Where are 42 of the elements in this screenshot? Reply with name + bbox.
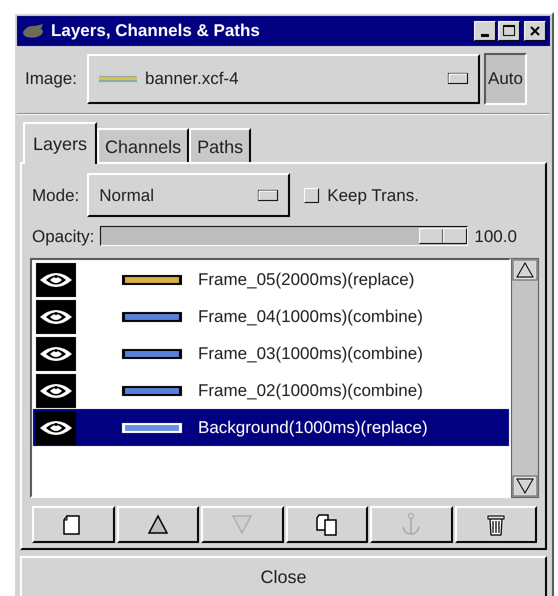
layer-name: Frame_05(2000ms)(replace) [198, 269, 414, 292]
trash-button[interactable] [454, 506, 537, 544]
tab[interactable]: Paths [189, 128, 252, 164]
minimize-button[interactable] [474, 20, 496, 41]
tab[interactable]: Layers [23, 122, 98, 164]
mode-dropdown[interactable]: Normal [87, 173, 290, 218]
maximize-button[interactable] [498, 20, 520, 41]
close-window-button[interactable] [524, 20, 546, 41]
window-title: Layers, Channels & Paths [51, 20, 261, 42]
mode-label: Mode: [32, 184, 80, 207]
raise-button[interactable] [116, 506, 199, 544]
new-layer-button[interactable] [32, 506, 114, 544]
opacity-slider-thumb[interactable] [419, 228, 468, 244]
layer-row[interactable]: Background(1000ms)(replace) [33, 409, 509, 446]
eye-icon[interactable] [36, 336, 76, 371]
duplicate-button[interactable] [286, 506, 368, 544]
eye-icon[interactable] [36, 300, 76, 334]
auto-button[interactable]: Auto [484, 52, 527, 105]
option-menu-indicator-icon [448, 73, 468, 84]
eye-icon[interactable] [36, 374, 76, 408]
image-label: Image: [25, 68, 77, 90]
eye-icon[interactable] [36, 410, 76, 445]
opacity-label: Opacity: [32, 226, 94, 248]
minimize-icon [481, 34, 489, 37]
image-thumbnail-icon [98, 76, 137, 82]
close-button[interactable]: Close [20, 556, 547, 596]
tab[interactable]: Channels [97, 128, 190, 164]
keep-trans-label: Keep Trans. [327, 184, 419, 207]
duplicate-icon [314, 512, 339, 538]
layer-name: Background(1000ms)(replace) [198, 417, 428, 440]
eye-icon[interactable] [36, 262, 76, 297]
layer-name: Frame_04(1000ms)(combine) [198, 306, 423, 328]
layer-name: Frame_02(1000ms)(combine) [198, 380, 423, 402]
layer-name: Frame_03(1000ms)(combine) [198, 343, 423, 366]
maximize-icon [503, 25, 515, 36]
scrollbar[interactable] [511, 258, 539, 498]
layer-row[interactable]: Frame_02(1000ms)(combine) [33, 372, 509, 410]
opacity-value: 100.0 [474, 226, 517, 248]
keep-trans-checkbox[interactable] [304, 188, 320, 203]
option-menu-indicator-icon [258, 190, 278, 201]
image-dropdown[interactable]: banner.xcf-4 [86, 54, 480, 104]
close-icon [530, 26, 540, 36]
